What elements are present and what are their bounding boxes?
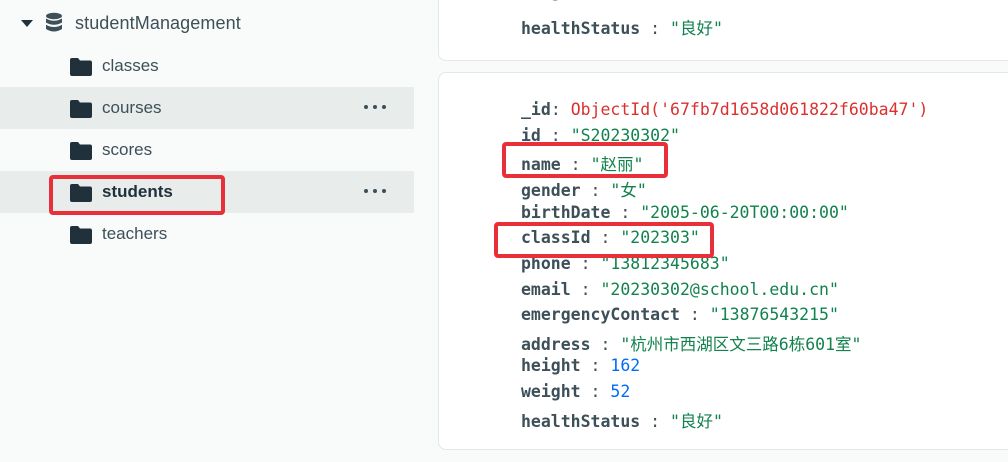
document-field: address : "杭州市西湖区文三路6栋601室": [521, 335, 862, 354]
collection-item-scores[interactable]: scores: [0, 129, 414, 171]
document-field: email : "20230302@school.edu.cn": [521, 280, 839, 299]
collection-item-classes[interactable]: classes: [0, 45, 414, 87]
more-options-icon[interactable]: [364, 97, 386, 117]
document-field: weight : 52: [521, 382, 631, 401]
collection-label: classes: [102, 56, 159, 75]
database-icon: [46, 12, 62, 32]
collection-label: courses: [102, 98, 162, 117]
field-value: "杭州市西湖区文三路6栋601室": [620, 335, 862, 354]
annotation-box-name: [502, 142, 668, 178]
field-value: 162: [610, 356, 641, 375]
document-card[interactable]: _id: ObjectId('67fb7d1658d061822f60ba47'…: [438, 72, 1008, 450]
collection-item-teachers[interactable]: teachers: [0, 213, 414, 255]
field-value: "20230302@school.edu.cn": [600, 280, 839, 299]
collection-label: scores: [102, 140, 153, 159]
caret-down-icon[interactable]: [21, 20, 33, 27]
annotation-box-students: [49, 175, 225, 215]
document-field: _id: ObjectId('67fb7d1658d061822f60ba47'…: [521, 100, 929, 119]
field-value: "良好": [670, 19, 723, 38]
document-card[interactable]: weight: 68 healthStatus : "良好": [438, 0, 1008, 61]
document-field: emergencyContact : "13876543215": [521, 305, 839, 324]
collection-item-courses[interactable]: courses: [0, 87, 414, 129]
document-field: weight: 68: [521, 0, 620, 1]
folder-icon: [70, 142, 92, 160]
more-options-icon[interactable]: [364, 181, 386, 201]
field-value: "13876543215": [709, 305, 839, 324]
database-row[interactable]: studentManagement: [0, 0, 414, 46]
field-value: "良好": [670, 412, 723, 431]
document-field: birthDate : "2005-06-20T00:00:00": [521, 203, 849, 222]
field-value: "女": [610, 181, 647, 200]
field-value: 52: [610, 382, 631, 401]
document-field: healthStatus : "良好": [521, 19, 723, 38]
annotation-box-classid: [494, 222, 714, 258]
collection-label: teachers: [102, 224, 168, 243]
folder-icon: [70, 58, 92, 76]
document-field: height : 162: [521, 356, 641, 375]
folder-icon: [70, 226, 92, 244]
collections-sidebar: studentManagement classes courses scores…: [0, 0, 414, 462]
field-value: 68: [600, 0, 620, 1]
field-value: ObjectId('67fb7d1658d061822f60ba47'): [570, 100, 929, 119]
document-field: gender : "女": [521, 181, 647, 200]
field-value: "2005-06-20T00:00:00": [640, 203, 849, 222]
database-name: studentManagement: [75, 13, 241, 33]
folder-icon: [70, 100, 92, 118]
document-field: healthStatus : "良好": [521, 412, 723, 431]
documents-panel: weight: 68 healthStatus : "良好" _id: Obje…: [414, 0, 1008, 462]
